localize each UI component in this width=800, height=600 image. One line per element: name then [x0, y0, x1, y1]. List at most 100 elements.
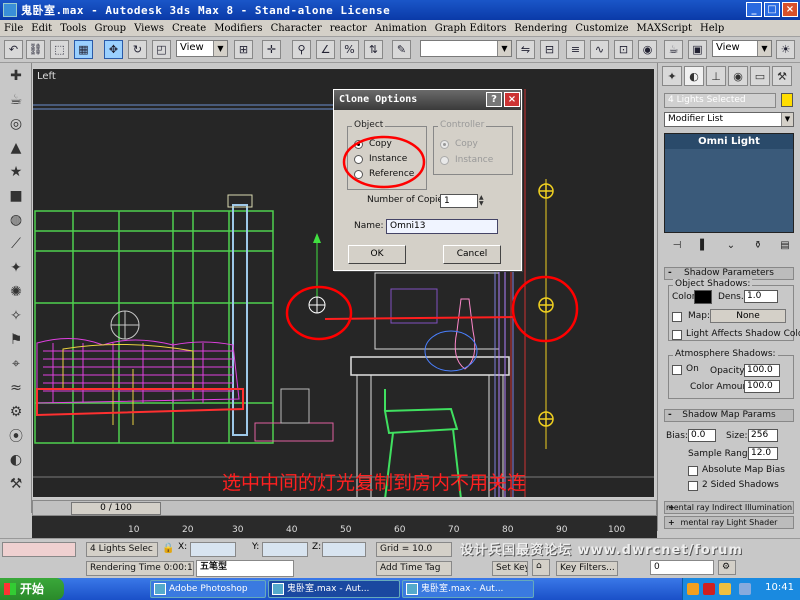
mr-light-shader-rollout[interactable]: + mental ray Light Shader [664, 516, 794, 529]
copies-spinner[interactable]: 1 ▲ ▼ [440, 194, 484, 208]
menu-file[interactable]: File [0, 23, 27, 34]
scale-icon[interactable]: ◰ [152, 40, 171, 59]
star-icon[interactable]: ★ [3, 161, 29, 183]
shadow-color-swatch[interactable] [694, 290, 712, 304]
system-icon[interactable]: ⚙ [3, 401, 29, 423]
named-selection-dropdown[interactable]: ▼ [420, 40, 512, 57]
stack-item[interactable]: Omni Light [665, 134, 793, 149]
cone-icon[interactable]: ▲ [3, 137, 29, 159]
percent-snap-icon[interactable]: % [340, 40, 359, 59]
tray-user-icon[interactable] [719, 583, 731, 595]
sphere-icon[interactable]: ◎ [3, 113, 29, 135]
box-icon[interactable]: ■ [3, 185, 29, 207]
track-bar[interactable]: 10 20 30 40 50 60 70 80 90 100 [32, 516, 657, 538]
modifier-stack[interactable]: Omni Light [664, 133, 794, 233]
ime-toolbar[interactable]: 五笔型 [196, 560, 294, 577]
shadow-map-params-rollout[interactable]: - Shadow Map Params [664, 409, 794, 422]
key-filters-button[interactable]: Key Filters... [556, 561, 618, 576]
move-icon[interactable]: ✥ [104, 40, 123, 59]
show-end-result-icon[interactable]: ▌ [695, 238, 713, 254]
controller-instance-radio[interactable]: Instance [440, 155, 493, 165]
maxscript-listener[interactable] [2, 542, 76, 557]
reference-coord-dropdown[interactable]: View ▼ [176, 40, 228, 57]
task-photoshop[interactable]: Adobe Photoshop [150, 580, 266, 598]
tray-k-icon[interactable] [703, 583, 715, 595]
tray-app-icon[interactable] [687, 583, 699, 595]
hierarchy-tab-icon[interactable]: ⊥ [706, 66, 726, 86]
align-icon[interactable]: ⊟ [540, 40, 559, 59]
display-icon[interactable]: ◐ [3, 449, 29, 471]
reactor-icon[interactable]: ⦿ [3, 425, 29, 447]
select-object-icon[interactable]: ⬚ [50, 40, 69, 59]
name-input[interactable]: Omni13 [386, 219, 498, 234]
omni-light-selected[interactable] [308, 233, 326, 314]
select-link-icon[interactable]: ⛓ [26, 40, 45, 59]
motion-tab-icon[interactable]: ◉ [728, 66, 748, 86]
pivot-icon[interactable]: ⊞ [234, 40, 253, 59]
viewport-label[interactable]: Left [37, 71, 56, 82]
create-icon[interactable]: ✚ [3, 65, 29, 87]
space-warp-icon[interactable]: ≈ [3, 377, 29, 399]
camera-icon[interactable]: ⚑ [3, 329, 29, 351]
rotate-icon[interactable]: ↻ [128, 40, 147, 59]
set-key-button[interactable]: Set Key [492, 561, 528, 576]
curve-editor-icon[interactable]: ∿ [590, 40, 609, 59]
remove-modifier-icon[interactable]: ⚱ [749, 238, 767, 254]
utilities-tab-icon[interactable]: ⚒ [772, 66, 792, 86]
configure-sets-icon[interactable]: ▤ [776, 238, 794, 254]
angle-snap-icon[interactable]: ∠ [316, 40, 335, 59]
selection-name-field[interactable]: 4 Lights Selected [664, 93, 776, 108]
lock-icon[interactable]: 🔒 [162, 543, 174, 554]
menu-character[interactable]: Character [267, 23, 326, 34]
time-slider[interactable]: 0 / 100 [71, 502, 161, 515]
shadow-map-button[interactable]: None [710, 309, 786, 323]
mirror-icon[interactable]: ⇋ [516, 40, 535, 59]
pin-stack-icon[interactable]: ⊣ [668, 238, 686, 254]
key-mode-icon[interactable]: ⌂ [532, 559, 550, 576]
teapot-icon[interactable]: ☕ [3, 89, 29, 111]
named-selection-icon[interactable]: ✎ [392, 40, 411, 59]
menu-reactor[interactable]: reactor [326, 23, 371, 34]
size-input[interactable]: 256 [748, 429, 778, 442]
wand-icon[interactable]: ✦ [3, 257, 29, 279]
mr-indirect-rollout[interactable]: + mental ray Indirect Illumination [664, 501, 794, 514]
map-checkbox[interactable] [672, 312, 682, 322]
maximize-button[interactable]: □ [764, 2, 780, 17]
make-unique-icon[interactable]: ⌄ [722, 238, 740, 254]
minimize-button[interactable]: _ [746, 2, 762, 17]
material-editor-icon[interactable]: ◉ [638, 40, 657, 59]
create-tab-icon[interactable]: ✦ [662, 66, 682, 86]
menu-animation[interactable]: Animation [371, 23, 431, 34]
modifier-list-dropdown[interactable]: Modifier List ▼ [664, 112, 794, 127]
cancel-button[interactable]: Cancel [443, 245, 501, 264]
current-frame-input[interactable]: 0 [650, 560, 714, 575]
render-scene-icon[interactable]: ☕ [664, 40, 683, 59]
render-last-icon[interactable]: ☀ [776, 40, 795, 59]
menu-customize[interactable]: Customize [571, 23, 632, 34]
select-region-icon[interactable]: ▦ [74, 40, 93, 59]
start-button[interactable]: 开始 [0, 578, 64, 600]
menu-edit[interactable]: Edit [27, 23, 56, 34]
time-slider-track[interactable]: 0 / 100 [32, 500, 657, 516]
display-tab-icon[interactable]: ▭ [750, 66, 770, 86]
menu-help[interactable]: Help [696, 23, 728, 34]
task-3dsmax-1[interactable]: 鬼卧室.max - Aut... [268, 580, 400, 598]
bias-input[interactable]: 0.0 [688, 429, 716, 442]
particle-icon[interactable]: ✺ [3, 281, 29, 303]
two-sided-checkbox[interactable] [688, 481, 698, 491]
atmosphere-on-checkbox[interactable] [672, 365, 682, 375]
modify-tab-icon[interactable]: ◐ [684, 66, 704, 86]
utility-icon[interactable]: ⚒ [3, 473, 29, 495]
help-button[interactable]: ? [486, 92, 502, 107]
time-config-icon[interactable]: ⚙ [718, 560, 736, 575]
menu-graph-editors[interactable]: Graph Editors [431, 23, 511, 34]
volume-icon[interactable] [739, 583, 751, 595]
close-button[interactable]: × [782, 2, 798, 17]
sample-range-input[interactable]: 12.0 [748, 447, 778, 460]
menu-views[interactable]: Views [130, 23, 168, 34]
menu-create[interactable]: Create [168, 23, 210, 34]
quick-render-icon[interactable]: ▣ [688, 40, 707, 59]
y-coord-input[interactable] [262, 542, 308, 557]
object-color-swatch[interactable] [781, 93, 793, 107]
torus-icon[interactable]: ◍ [3, 209, 29, 231]
